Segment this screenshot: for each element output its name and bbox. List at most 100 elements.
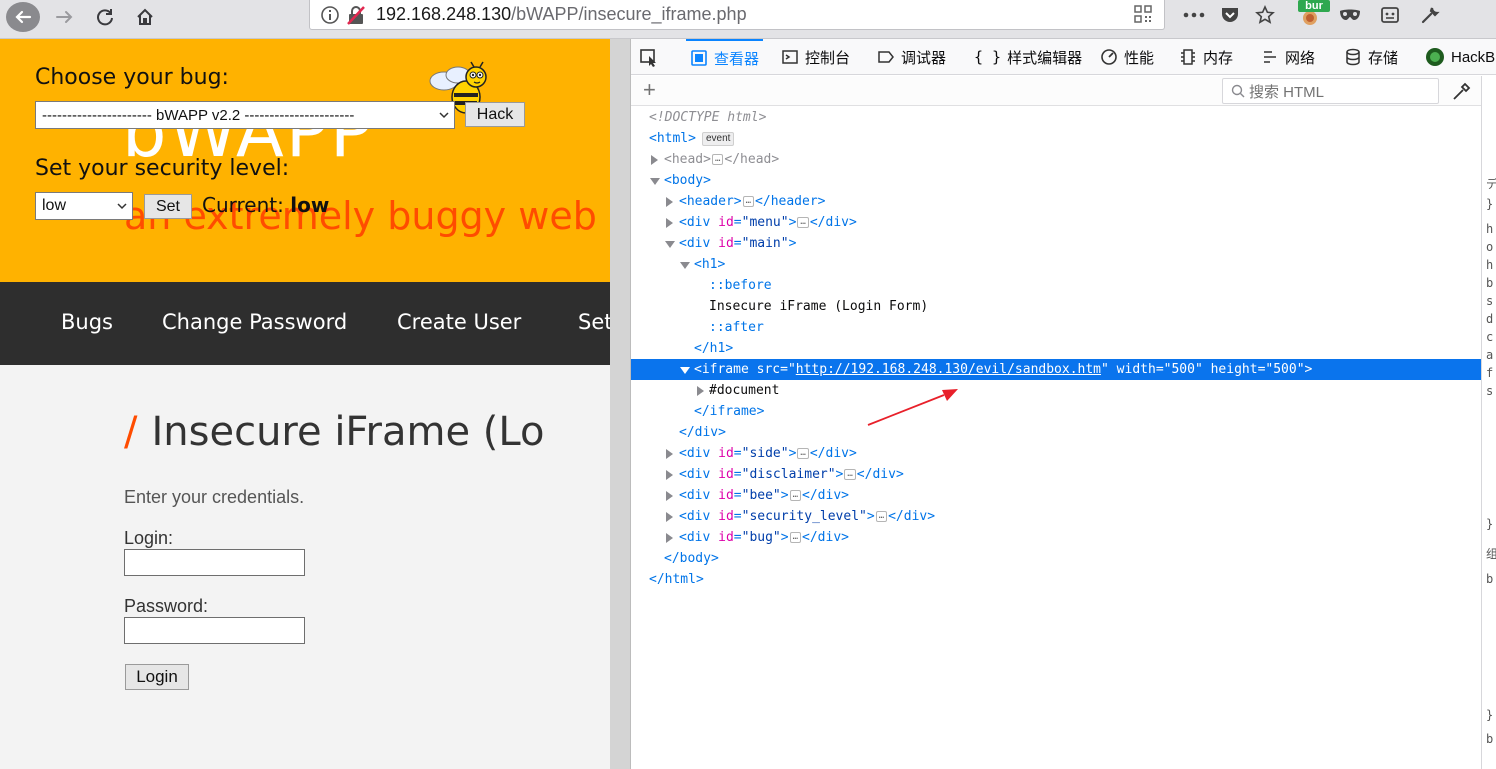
- expand-arrow-icon[interactable]: [666, 491, 673, 501]
- div-main-node[interactable]: <div id="main">: [631, 233, 1481, 254]
- div-security-level-node[interactable]: <div id="security_level">… </div>: [631, 506, 1481, 527]
- pocket-icon[interactable]: [1218, 3, 1242, 27]
- login-label: Login:: [124, 528, 174, 548]
- expand-arrow-icon[interactable]: [666, 470, 673, 480]
- div-menu-node[interactable]: <div id="menu">… </div>: [631, 212, 1481, 233]
- collapse-arrow-icon[interactable]: [665, 241, 675, 248]
- expand-arrow-icon[interactable]: [666, 218, 673, 228]
- intro-text: Enter your credentials.: [124, 487, 305, 507]
- iframe-src-link[interactable]: http://192.168.248.130/evil/sandbox.htm: [796, 362, 1101, 377]
- security-level-select[interactable]: low: [35, 192, 133, 220]
- reload-button[interactable]: [90, 2, 120, 32]
- collapse-arrow-icon[interactable]: [650, 178, 660, 185]
- bwapp-menu: Bugs Change Password Create User Set: [0, 282, 610, 365]
- before-pseudo-node[interactable]: ::before: [631, 275, 1481, 296]
- div-disclaimer-node[interactable]: <div id="disclaimer">… </div>: [631, 464, 1481, 485]
- devtools-splitter[interactable]: [610, 39, 631, 769]
- insecure-lock-icon[interactable]: [346, 5, 366, 25]
- info-icon[interactable]: [320, 5, 340, 25]
- title-text: Insecure iFrame (Lo: [151, 409, 545, 455]
- h1-node[interactable]: <h1>: [631, 254, 1481, 275]
- add-node-button[interactable]: +: [643, 79, 656, 101]
- wrench-icon[interactable]: [1418, 3, 1442, 27]
- home-button[interactable]: [130, 2, 160, 32]
- set-security-button[interactable]: Set: [144, 194, 192, 219]
- console-icon: [782, 50, 798, 64]
- menu-item-bugs[interactable]: Bugs: [61, 310, 113, 334]
- home-icon: [137, 8, 153, 25]
- back-button[interactable]: [6, 2, 40, 32]
- bookmark-star-icon[interactable]: [1253, 3, 1277, 27]
- login-input[interactable]: [124, 549, 305, 576]
- qr-code-icon[interactable]: [1133, 4, 1153, 24]
- tab-network[interactable]: 网络: [1261, 39, 1315, 75]
- tab-hackbar[interactable]: HackB: [1425, 39, 1495, 75]
- eyedropper-icon[interactable]: [1451, 80, 1473, 102]
- password-label: Password:: [124, 596, 209, 616]
- expand-arrow-icon[interactable]: [666, 449, 673, 459]
- collapse-arrow-icon[interactable]: [680, 367, 690, 374]
- hack-button[interactable]: Hack: [465, 102, 525, 127]
- collapse-arrow-icon[interactable]: [680, 262, 690, 269]
- more-actions-icon[interactable]: [1182, 3, 1206, 27]
- expand-arrow-icon[interactable]: [666, 512, 673, 522]
- tab-inspector[interactable]: 查看器: [686, 39, 764, 75]
- doctype-node[interactable]: <!DOCTYPE html>: [631, 107, 1481, 128]
- after-pseudo-node[interactable]: ::after: [631, 317, 1481, 338]
- tab-performance[interactable]: 性能: [1100, 39, 1154, 75]
- url-bar[interactable]: 192.168.248.130/bWAPP/insecure_iframe.ph…: [309, 0, 1165, 30]
- body-node[interactable]: <body>: [631, 170, 1481, 191]
- side-char: f: [1486, 366, 1494, 380]
- div-main-close-node[interactable]: </div>: [631, 422, 1481, 443]
- login-button[interactable]: Login: [125, 664, 189, 690]
- tab-storage[interactable]: 存储: [1344, 39, 1398, 75]
- search-icon: [1231, 84, 1245, 98]
- tab-console-label: 控制台: [805, 49, 851, 67]
- expand-arrow-icon[interactable]: [697, 386, 704, 396]
- html-close-node[interactable]: </html>: [631, 569, 1481, 590]
- menu-item-create-user[interactable]: Create User: [397, 310, 521, 334]
- div-side-node[interactable]: <div id="side">… </div>: [631, 443, 1481, 464]
- choose-bug-label: Choose your bug:: [35, 65, 229, 90]
- tab-style-editor[interactable]: { } 样式编辑器: [974, 39, 1082, 75]
- tab-console[interactable]: 控制台: [781, 39, 850, 75]
- tab-debugger[interactable]: 调试器: [877, 39, 946, 75]
- screenshot-icon[interactable]: [1378, 3, 1402, 27]
- html-node[interactable]: <html> event: [631, 128, 1481, 149]
- body-close-node[interactable]: </body>: [631, 548, 1481, 569]
- document-node[interactable]: #document: [631, 380, 1481, 401]
- chevron-down-icon: [439, 112, 449, 119]
- storage-icon: [1346, 48, 1360, 66]
- tab-hackbar-label: HackB: [1451, 48, 1496, 66]
- menu-item-change-password[interactable]: Change Password: [162, 310, 347, 334]
- forward-button[interactable]: [50, 2, 80, 32]
- element-picker-button[interactable]: [639, 39, 665, 75]
- iframe-close-node[interactable]: </iframe>: [631, 401, 1481, 422]
- tab-memory[interactable]: 内存: [1179, 39, 1233, 75]
- head-node[interactable]: <head>… </head>: [631, 149, 1481, 170]
- div-bug-node[interactable]: <div id="bug">… </div>: [631, 527, 1481, 548]
- expand-arrow-icon[interactable]: [666, 197, 673, 207]
- h1-text-node[interactable]: Insecure iFrame (Login Form): [631, 296, 1481, 317]
- h1-close-node[interactable]: </h1>: [631, 338, 1481, 359]
- side-char: }: [1486, 517, 1494, 531]
- expand-arrow-icon[interactable]: [651, 155, 658, 165]
- expand-arrow-icon[interactable]: [666, 533, 673, 543]
- iframe-height: 500: [1273, 362, 1297, 377]
- event-badge[interactable]: event: [701, 131, 735, 146]
- header-node[interactable]: <header>… </header>: [631, 191, 1481, 212]
- bug-select[interactable]: ---------------------- bWAPP v2.2 ------…: [35, 101, 455, 129]
- security-level-label: Set your security level:: [35, 156, 290, 181]
- iframe-width: 500: [1171, 362, 1195, 377]
- mask-icon[interactable]: [1338, 3, 1362, 27]
- side-char: 组: [1486, 545, 1496, 562]
- reload-icon: [97, 9, 113, 26]
- memory-icon: [1181, 49, 1195, 65]
- tab-storage-label: 存储: [1368, 49, 1399, 67]
- iframe-node[interactable]: <iframe src="http://192.168.248.130/evil…: [631, 359, 1481, 380]
- div-bee-node[interactable]: <div id="bee">… </div>: [631, 485, 1481, 506]
- menu-item-set[interactable]: Set: [578, 310, 610, 334]
- current-value: low: [290, 193, 330, 217]
- search-html-input[interactable]: 搜索 HTML: [1222, 78, 1439, 104]
- password-input[interactable]: [124, 617, 305, 644]
